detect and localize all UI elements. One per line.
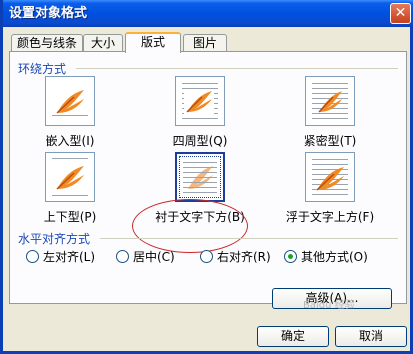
tab-picture[interactable]: 图片 (183, 34, 227, 52)
feather-icon (56, 90, 84, 114)
feather-icon (184, 89, 214, 115)
feather-icon (56, 166, 84, 190)
window-title: 设置对象格式 (9, 6, 88, 21)
red-annotation-circle (132, 199, 248, 253)
wrap-inline-label: 嵌入型(I) (45, 134, 95, 148)
tab-color-lines[interactable]: 颜色与线条 (11, 34, 83, 52)
tight-wrap-icon (305, 76, 355, 126)
cancel-button[interactable]: 取消 (335, 326, 407, 347)
close-icon: ✕ (394, 5, 407, 21)
radio-align-right[interactable]: 右对齐(R) (200, 248, 271, 265)
radio-align-left-label: 左对齐(L) (43, 250, 96, 264)
ok-button[interactable]: 确定 (257, 326, 329, 347)
in-front-wrap-icon (305, 152, 355, 202)
wrap-in-front-label: 浮于文字上方(F) (285, 210, 375, 224)
inline-wrap-icon (45, 76, 95, 126)
topbottom-wrap-icon (45, 152, 95, 202)
feather-icon (318, 91, 342, 113)
wrap-square-option[interactable]: 四周型(Q) (140, 76, 260, 149)
wrap-tight-label: 紧密型(T) (303, 134, 357, 148)
title-bar[interactable]: 设置对象格式 ✕ (3, 0, 413, 27)
dialog-window: 设置对象格式 ✕ 颜色与线条 大小 版式 图片 环绕方式 嵌入型(I) 四周型(… (0, 0, 413, 354)
radio-align-other-label: 其他方式(O) (301, 250, 368, 264)
radio-circle[interactable] (116, 250, 129, 263)
close-button[interactable]: ✕ (390, 3, 411, 24)
watermark: Baidu 经验 (303, 300, 355, 311)
radio-circle[interactable] (200, 250, 213, 263)
radio-align-center-label: 居中(C) (133, 250, 175, 264)
square-wrap-icon (175, 76, 225, 126)
align-divider (100, 238, 398, 239)
radio-circle[interactable] (26, 250, 39, 263)
radio-align-right-label: 右对齐(R) (217, 250, 271, 264)
wrap-divider (76, 68, 398, 69)
tab-size[interactable]: 大小 (83, 34, 123, 52)
wrap-tight-option[interactable]: 紧密型(T) (270, 76, 390, 149)
wrap-in-front-option[interactable]: 浮于文字上方(F) (270, 152, 390, 225)
wrap-group-label: 环绕方式 (18, 62, 67, 76)
radio-align-other[interactable]: 其他方式(O) (284, 248, 368, 265)
wrap-topbottom-option[interactable]: 上下型(P) (10, 152, 130, 225)
layout-panel: 环绕方式 嵌入型(I) 四周型(Q) 紧密型(T) 上下型(P) 衬于文字下方(… (9, 51, 407, 309)
radio-align-left[interactable]: 左对齐(L) (26, 248, 95, 265)
radio-align-center[interactable]: 居中(C) (116, 248, 175, 265)
wrap-topbottom-label: 上下型(P) (43, 210, 97, 224)
feather-icon (316, 167, 344, 191)
wrap-square-label: 四周型(Q) (172, 134, 228, 148)
wrap-inline-option[interactable]: 嵌入型(I) (10, 76, 130, 149)
radio-circle-checked[interactable] (284, 250, 297, 263)
align-group-label: 水平对齐方式 (18, 232, 91, 246)
tab-layout[interactable]: 版式 (125, 32, 181, 53)
behind-text-wrap-icon (175, 152, 225, 202)
